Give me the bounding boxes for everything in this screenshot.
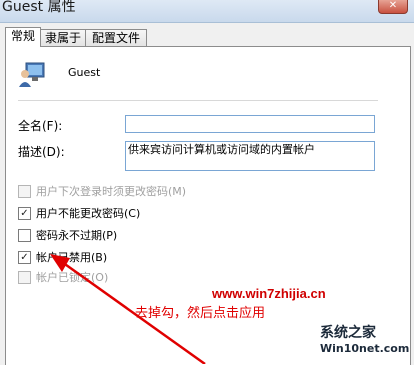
watermark-domain: Win10net.com — [320, 342, 410, 355]
annotation-text: 去掉勾，然后点击应用 — [135, 306, 266, 321]
watermark-logo-text: 系统之家 — [320, 325, 376, 341]
tab-general[interactable]: 常规 — [5, 27, 41, 47]
watermark-url: www.win7zhijia.cn — [212, 286, 326, 301]
